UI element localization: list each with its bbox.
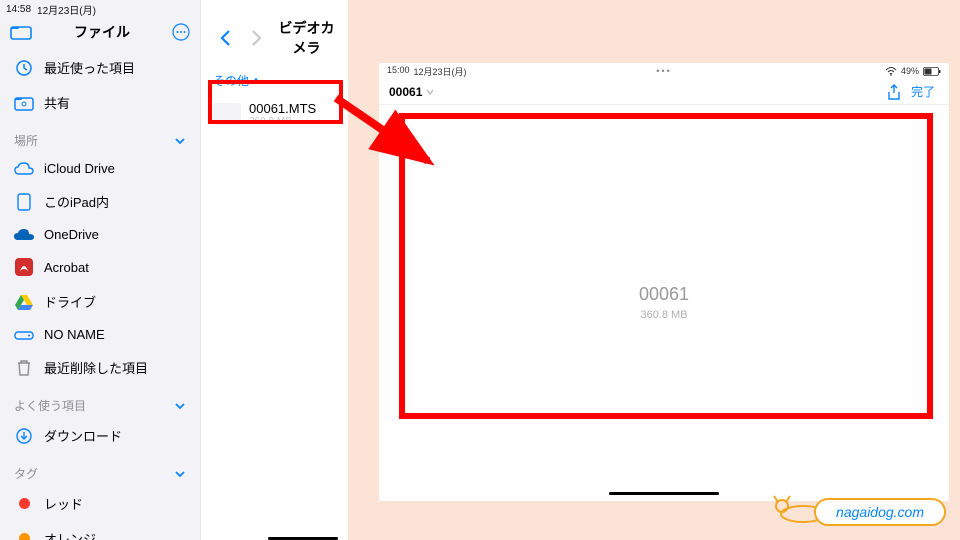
shared-folder-icon [14, 95, 34, 111]
file-thumbnail-icon [213, 103, 241, 125]
sidebar-item-recent[interactable]: 最近使った項目 [0, 50, 200, 85]
left-device-screenshot: 14:58 12月23日(月) ファイル 最近使った項目 共有 場所 iC [0, 0, 348, 540]
status-bar: 14:58 12月23日(月) [0, 0, 200, 18]
sidebar-header: ファイル [0, 18, 200, 50]
sidebar-item-label: ドライブ [44, 292, 96, 311]
chevron-down-icon [174, 400, 186, 412]
sidebar-section-favorites[interactable]: よく使う項目 [0, 385, 200, 418]
file-name: 00061.MTS [249, 101, 316, 116]
preview-body: 00061 360.8 MB [379, 105, 949, 499]
sidebar-section-tags[interactable]: タグ [0, 453, 200, 486]
status-bar: 15:00 12月23日(月) ••• 49% [379, 63, 949, 79]
wifi-icon [885, 67, 897, 76]
status-date: 12月23日(月) [37, 2, 96, 17]
more-icon[interactable] [172, 23, 190, 41]
back-button[interactable] [209, 29, 241, 47]
preview-header: 00061 完了 [379, 79, 949, 105]
tag-dot-icon [14, 498, 34, 509]
chevron-up-icon [251, 76, 261, 86]
sidebar: 14:58 12月23日(月) ファイル 最近使った項目 共有 場所 iC [0, 0, 200, 540]
file-size: 360.8 MB [249, 116, 316, 127]
sidebar-item-label: 最近削除した項目 [44, 358, 148, 377]
sidebar-item-acrobat[interactable]: Acrobat [0, 250, 200, 284]
sidebar-tag-orange[interactable]: オレンジ [0, 521, 200, 540]
preview-filesize: 360.8 MB [640, 309, 687, 321]
tag-dot-icon [14, 533, 34, 540]
watermark-text: nagaidog.com [814, 498, 946, 526]
download-icon [14, 427, 34, 445]
gdrive-icon [14, 294, 34, 310]
sidebar-item-label: ダウンロード [44, 426, 122, 445]
sidebar-item-label: OneDrive [44, 227, 99, 242]
column-header: ビデオカメラ [201, 0, 348, 66]
sidebar-item-drive[interactable]: ドライブ [0, 284, 200, 319]
sidebar-item-onedrive[interactable]: OneDrive [0, 219, 200, 250]
sidebar-item-noname[interactable]: NO NAME [0, 319, 200, 350]
ipad-icon [14, 193, 34, 211]
chevron-down-icon [174, 135, 186, 147]
folder-icon[interactable] [10, 24, 32, 40]
sidebar-item-downloads[interactable]: ダウンロード [0, 418, 200, 453]
other-label: その他 [213, 72, 249, 89]
right-device-screenshot: 15:00 12月23日(月) ••• 49% 00061 完了 00061 3… [379, 63, 949, 501]
section-label: タグ [14, 465, 38, 482]
sidebar-item-ipad[interactable]: このiPad内 [0, 184, 200, 219]
done-button[interactable]: 完了 [907, 83, 939, 100]
share-button[interactable] [881, 84, 907, 100]
sidebar-item-label: レッド [44, 494, 83, 513]
sidebar-item-label: オレンジ [44, 529, 96, 540]
drive-icon [14, 329, 34, 341]
chevron-down-icon [426, 88, 434, 96]
status-date: 12月23日(月) [414, 65, 467, 78]
sidebar-item-label: NO NAME [44, 327, 105, 342]
status-time: 14:58 [6, 4, 31, 15]
forward-button [241, 29, 273, 47]
sidebar-item-label: Acrobat [44, 260, 89, 275]
cloud-icon [14, 162, 34, 176]
file-meta: 00061.MTS 360.8 MB [249, 101, 316, 127]
clock-icon [14, 59, 34, 77]
preview-title-group[interactable]: 00061 [389, 85, 434, 99]
section-label: よく使う項目 [14, 397, 86, 414]
battery-icon [923, 67, 941, 76]
chevron-down-icon [174, 468, 186, 480]
sidebar-item-label: このiPad内 [44, 192, 109, 211]
sidebar-section-places[interactable]: 場所 [0, 120, 200, 153]
sidebar-item-label: 最近使った項目 [44, 58, 135, 77]
preview-filename: 00061 [639, 284, 689, 305]
sidebar-item-icloud[interactable]: iCloud Drive [0, 153, 200, 184]
status-time: 15:00 [387, 65, 410, 78]
sidebar-item-label: iCloud Drive [44, 161, 115, 176]
section-label: 場所 [14, 132, 38, 149]
file-column: ビデオカメラ その他 00061.MTS 360.8 MB [200, 0, 348, 540]
status-dots: ••• [572, 66, 757, 76]
battery-percent: 49% [901, 66, 919, 76]
acrobat-icon [14, 258, 34, 276]
file-row[interactable]: 00061.MTS 360.8 MB [201, 95, 348, 133]
sidebar-item-share[interactable]: 共有 [0, 85, 200, 120]
trash-icon [14, 359, 34, 377]
home-indicator [609, 492, 719, 495]
sidebar-item-label: 共有 [44, 93, 70, 112]
sidebar-title: ファイル [32, 22, 172, 42]
sidebar-tag-red[interactable]: レッド [0, 486, 200, 521]
preview-title: 00061 [389, 85, 422, 99]
other-dropdown[interactable]: その他 [201, 66, 273, 95]
onedrive-icon [14, 229, 34, 241]
watermark: nagaidog.com [814, 498, 946, 526]
column-title: ビデオカメラ [273, 18, 340, 58]
sidebar-item-trash[interactable]: 最近削除した項目 [0, 350, 200, 385]
